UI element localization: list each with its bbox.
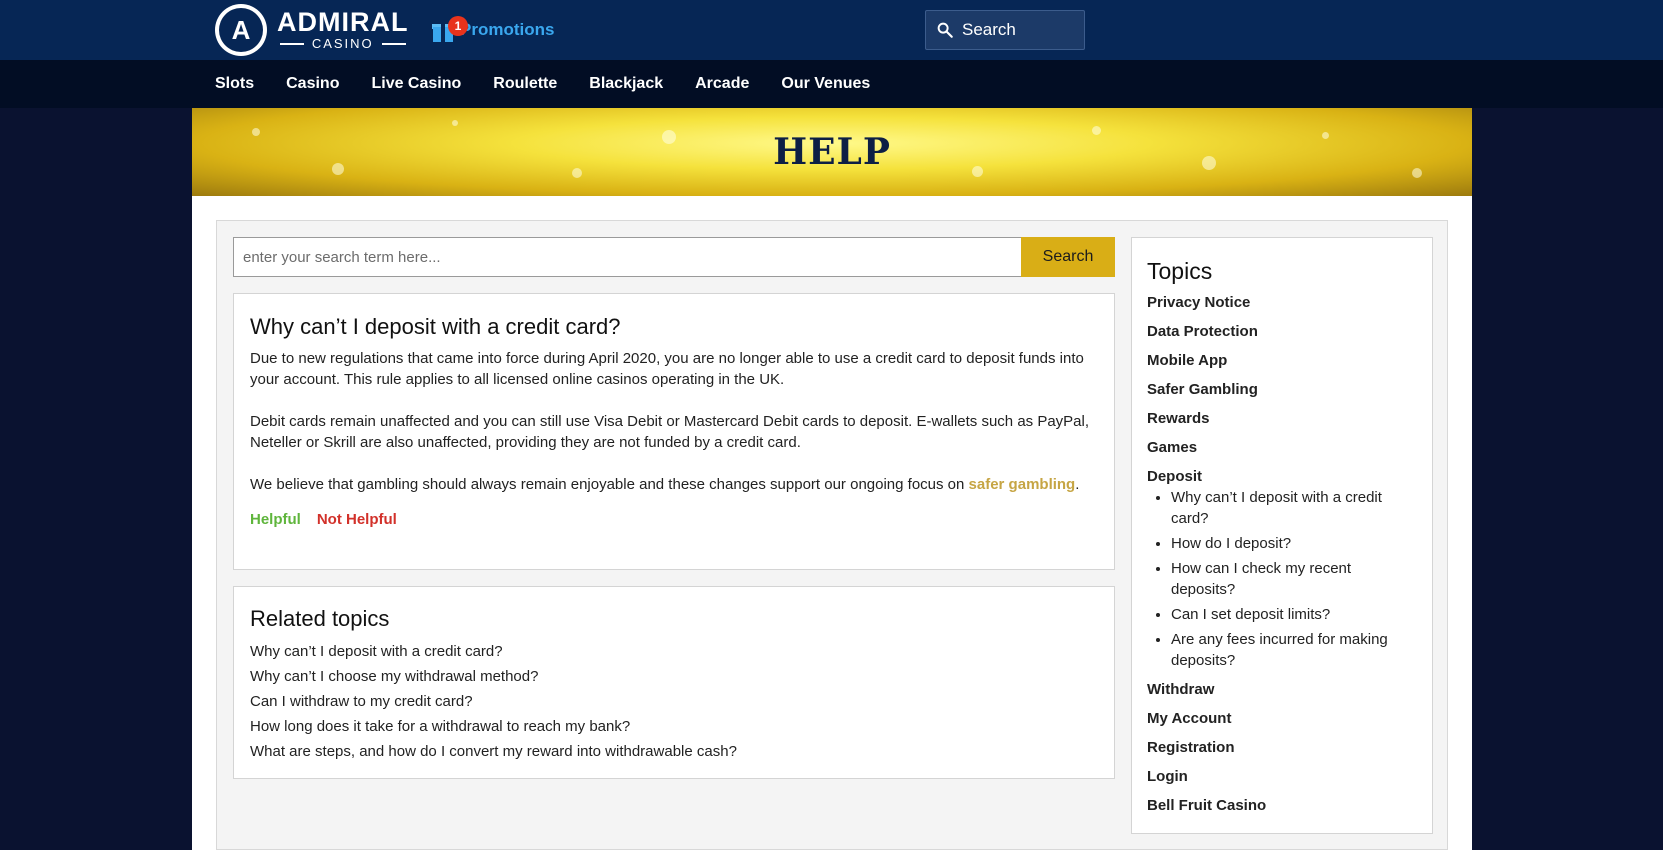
article-paragraph-3: We believe that gambling should always r… xyxy=(250,474,1098,495)
page-title: HELP xyxy=(773,131,891,173)
logo-mark: A xyxy=(215,4,267,56)
promotions-badge: 1 xyxy=(448,16,468,36)
deposit-subtopic-link[interactable]: Can I set deposit limits? xyxy=(1171,604,1417,625)
topic-safer-gambling[interactable]: Safer Gambling xyxy=(1147,375,1417,404)
safer-gambling-link[interactable]: safer gambling xyxy=(969,476,1076,493)
related-topic-link[interactable]: Can I withdraw to my credit card? xyxy=(250,689,1098,714)
logo-text: ADMIRAL CASINO xyxy=(277,8,408,52)
top-bar: A ADMIRAL CASINO Promotions 1 Search xyxy=(0,0,1663,60)
topics-sidebar: Topics Privacy Notice Data Protection Mo… xyxy=(1131,237,1433,834)
help-panel: Search Why can’t I deposit with a credit… xyxy=(216,220,1448,850)
deposit-subtopic-link[interactable]: Are any fees incurred for making deposit… xyxy=(1171,629,1417,671)
article-title: Why can’t I deposit with a credit card? xyxy=(250,314,621,339)
logo-brand: ADMIRAL xyxy=(277,7,409,37)
article-card: Why can’t I deposit with a credit card? … xyxy=(233,293,1115,570)
nav-item-live-casino[interactable]: Live Casino xyxy=(371,75,461,93)
related-topics-card: Related topics Why can’t I deposit with … xyxy=(233,586,1115,779)
help-banner: HELP xyxy=(192,108,1472,196)
topic-registration[interactable]: Registration xyxy=(1147,733,1417,762)
help-search-input[interactable] xyxy=(233,237,1021,277)
deposit-subtopic-link[interactable]: Why can’t I deposit with a credit card? xyxy=(1171,487,1417,529)
nav-item-roulette[interactable]: Roulette xyxy=(493,75,557,93)
nav-item-slots[interactable]: Slots xyxy=(215,75,254,93)
topic-bell-fruit-casino[interactable]: Bell Fruit Casino xyxy=(1147,791,1417,820)
search-icon xyxy=(937,22,953,38)
nav-item-arcade[interactable]: Arcade xyxy=(695,75,749,93)
promotions-label: Promotions xyxy=(460,20,555,39)
logo-sub: CASINO xyxy=(280,36,406,52)
admiral-casino-logo[interactable]: A ADMIRAL CASINO xyxy=(215,4,408,56)
nav-item-our-venues[interactable]: Our Venues xyxy=(781,75,870,93)
related-topics-list: Why can’t I deposit with a credit card? … xyxy=(250,639,1098,764)
topic-mobile-app[interactable]: Mobile App xyxy=(1147,346,1417,375)
topic-data-protection[interactable]: Data Protection xyxy=(1147,317,1417,346)
related-topic-link[interactable]: What are steps, and how do I convert my … xyxy=(250,739,1098,764)
topics-title: Topics xyxy=(1147,258,1213,284)
related-topic-link[interactable]: Why can’t I choose my withdrawal method? xyxy=(250,664,1098,689)
topic-withdraw[interactable]: Withdraw xyxy=(1147,675,1417,704)
helpful-button[interactable]: Helpful xyxy=(250,511,301,528)
article-feedback: Helpful Not Helpful xyxy=(250,511,1098,528)
topic-rewards[interactable]: Rewards xyxy=(1147,404,1417,433)
content-area: Search Why can’t I deposit with a credit… xyxy=(192,196,1472,850)
topic-games[interactable]: Games xyxy=(1147,433,1417,462)
help-search-button[interactable]: Search xyxy=(1021,237,1115,277)
article-paragraph-1: Due to new regulations that came into fo… xyxy=(250,350,1084,388)
deposit-subtopics: Why can’t I deposit with a credit card? … xyxy=(1147,487,1417,671)
deposit-subtopic-link[interactable]: How do I deposit? xyxy=(1171,533,1417,554)
help-search: Search xyxy=(233,237,1115,277)
related-topic-link[interactable]: How long does it take for a withdrawal t… xyxy=(250,714,1098,739)
topics-list: Privacy Notice Data Protection Mobile Ap… xyxy=(1147,288,1417,820)
not-helpful-button[interactable]: Not Helpful xyxy=(317,511,397,528)
article-paragraph-3-end: . xyxy=(1075,476,1080,493)
header-search-label: Search xyxy=(962,20,1016,39)
article-paragraph-3-text: We believe that gambling should always r… xyxy=(250,476,969,493)
topic-privacy-notice[interactable]: Privacy Notice xyxy=(1147,288,1417,317)
topic-login[interactable]: Login xyxy=(1147,762,1417,791)
header-search-button[interactable]: Search xyxy=(925,10,1085,50)
topic-my-account[interactable]: My Account xyxy=(1147,704,1417,733)
related-topics-title: Related topics xyxy=(250,606,390,631)
nav-item-casino[interactable]: Casino xyxy=(286,75,339,93)
related-topic-link[interactable]: Why can’t I deposit with a credit card? xyxy=(250,639,1098,664)
article-paragraph-2: Debit cards remain unaffected and you ca… xyxy=(250,413,1090,451)
main-nav: Slots Casino Live Casino Roulette Blackj… xyxy=(0,60,1663,108)
deposit-subtopic-link[interactable]: How can I check my recent deposits? xyxy=(1171,558,1417,600)
logo-mark-letter: A xyxy=(219,8,263,52)
nav-item-blackjack[interactable]: Blackjack xyxy=(589,75,663,93)
